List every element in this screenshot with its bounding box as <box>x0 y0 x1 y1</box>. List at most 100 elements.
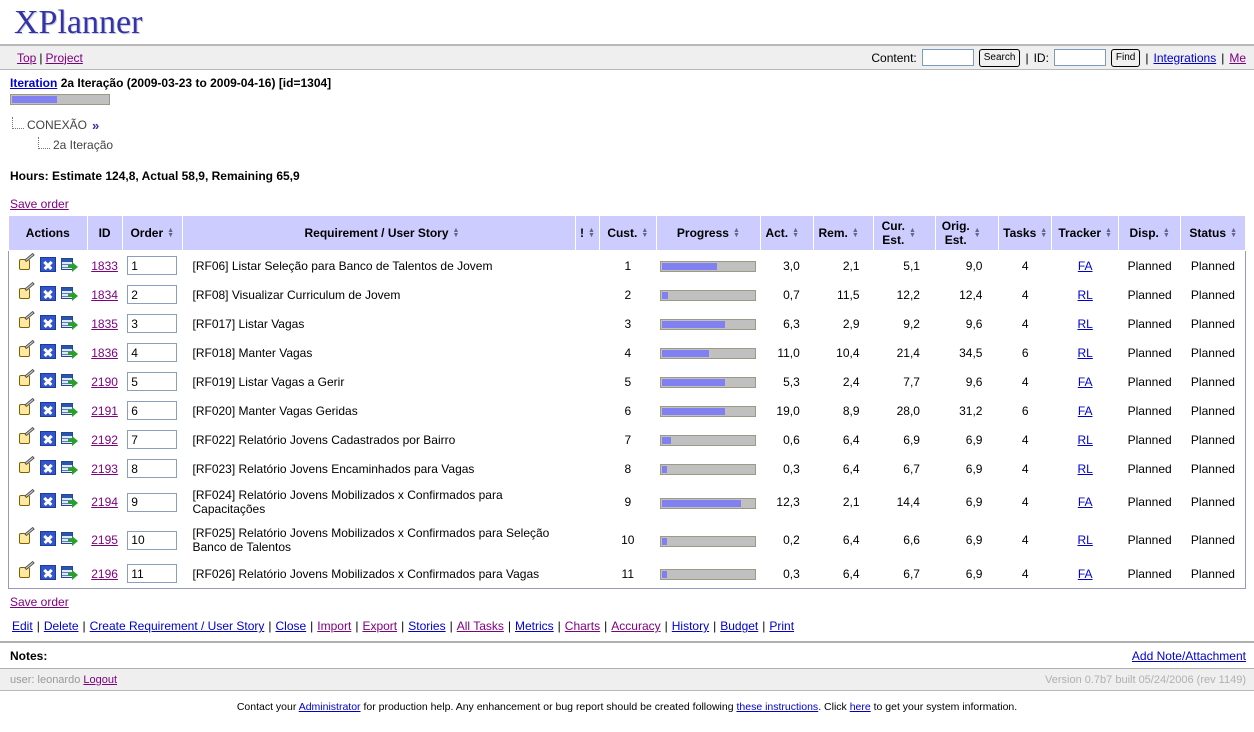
sort-toggle-icon[interactable]: ▲ ▼ <box>909 227 916 239</box>
tracker-link[interactable]: FA <box>1078 567 1093 581</box>
story-id-link[interactable]: 2190 <box>91 375 118 389</box>
tracker-link[interactable]: RL <box>1078 433 1093 447</box>
order-input[interactable] <box>127 314 178 334</box>
order-input[interactable] <box>127 343 178 363</box>
logout-link[interactable]: Logout <box>83 674 117 686</box>
edit-icon[interactable] <box>19 397 35 417</box>
column-header-status[interactable]: Status ▲ ▼ <box>1180 215 1246 252</box>
delete-icon[interactable] <box>40 531 57 547</box>
content-search-input[interactable] <box>921 49 974 66</box>
menu-link-metrics[interactable]: Metrics <box>515 619 554 633</box>
menu-link-export[interactable]: Export <box>362 619 397 633</box>
tracker-link[interactable]: RL <box>1078 533 1093 547</box>
add-note-attachment-link[interactable]: Add Note/Attachment <box>1132 649 1246 663</box>
order-input[interactable] <box>127 530 178 550</box>
administrator-link[interactable]: Administrator <box>299 701 361 713</box>
move-icon[interactable] <box>61 286 79 301</box>
column-header-rem[interactable]: Rem. ▲ ▼ <box>813 215 875 252</box>
tracker-link[interactable]: FA <box>1078 375 1093 389</box>
sort-toggle-icon[interactable]: ▲ ▼ <box>792 227 799 239</box>
move-icon[interactable] <box>61 315 79 330</box>
sort-toggle-icon[interactable]: ▲ ▼ <box>1230 227 1237 239</box>
story-id-link[interactable]: 2191 <box>91 404 118 418</box>
delete-icon[interactable] <box>40 564 57 580</box>
sort-toggle-icon[interactable]: ▲ ▼ <box>733 227 740 239</box>
tracker-link[interactable]: RL <box>1078 317 1093 331</box>
id-search-input[interactable] <box>1053 49 1106 66</box>
edit-icon[interactable] <box>19 368 35 388</box>
edit-icon[interactable] <box>19 310 35 330</box>
story-id-link[interactable]: 2194 <box>91 495 118 509</box>
tracker-link[interactable]: RL <box>1078 288 1093 302</box>
save-order-link-bottom[interactable]: Save order <box>10 595 69 609</box>
nav-link-integrations[interactable]: Integrations <box>1153 51 1216 65</box>
tracker-link[interactable]: FA <box>1078 259 1093 273</box>
save-order-link-top[interactable]: Save order <box>10 197 69 211</box>
menu-link-history[interactable]: History <box>672 619 709 633</box>
sort-toggle-icon[interactable]: ▲ ▼ <box>453 227 460 239</box>
tracker-link[interactable]: RL <box>1078 462 1093 476</box>
sort-toggle-icon[interactable]: ▲ ▼ <box>1105 227 1112 239</box>
column-header-order[interactable]: Order ▲ ▼ <box>121 215 184 252</box>
story-id-link[interactable]: 1834 <box>91 288 118 302</box>
delete-icon[interactable] <box>40 314 57 330</box>
sort-toggle-icon[interactable]: ▲ ▼ <box>852 227 859 239</box>
menu-link-stories[interactable]: Stories <box>408 619 445 633</box>
here-link[interactable]: here <box>850 701 871 713</box>
delete-icon[interactable] <box>40 401 57 417</box>
menu-link-create-requirement-user-story[interactable]: Create Requirement / User Story <box>90 619 265 633</box>
order-input[interactable] <box>127 401 178 421</box>
these-instructions-link[interactable]: these instructions <box>736 701 818 713</box>
move-icon[interactable] <box>61 373 79 388</box>
edit-icon[interactable] <box>19 426 35 446</box>
edit-icon[interactable] <box>19 339 35 359</box>
sort-toggle-icon[interactable]: ▲ ▼ <box>1040 227 1047 239</box>
delete-icon[interactable] <box>40 459 57 475</box>
column-header-disp[interactable]: Disp. ▲ ▼ <box>1117 215 1182 252</box>
menu-link-all-tasks[interactable]: All Tasks <box>457 619 504 633</box>
menu-link-import[interactable]: Import <box>317 619 351 633</box>
column-header-tracker[interactable]: Tracker ▲ ▼ <box>1051 215 1119 252</box>
menu-link-close[interactable]: Close <box>275 619 306 633</box>
sort-toggle-icon[interactable]: ▲ ▼ <box>1163 227 1170 239</box>
column-header-req[interactable]: Requirement / User Story ▲ ▼ <box>182 215 576 252</box>
delete-icon[interactable] <box>40 343 57 359</box>
sort-toggle-icon[interactable]: ▲ ▼ <box>641 227 648 239</box>
delete-icon[interactable] <box>40 493 57 509</box>
story-id-link[interactable]: 2195 <box>91 533 118 547</box>
iteration-link[interactable]: Iteration <box>10 76 57 90</box>
order-input[interactable] <box>127 459 178 479</box>
column-header-orig[interactable]: Orig. Est. ▲ ▼ <box>935 215 999 252</box>
move-icon[interactable] <box>61 493 79 509</box>
menu-link-print[interactable]: Print <box>769 619 794 633</box>
find-button[interactable]: Find <box>1110 48 1141 67</box>
menu-link-accuracy[interactable]: Accuracy <box>611 619 660 633</box>
tree-row-project[interactable]: CONEXÃO » <box>12 115 1254 135</box>
nav-link-project[interactable]: Project <box>45 51 82 65</box>
move-icon[interactable] <box>61 344 79 359</box>
move-icon[interactable] <box>61 257 79 272</box>
column-header-cust[interactable]: Cust. ▲ ▼ <box>599 215 657 252</box>
edit-icon[interactable] <box>19 560 35 580</box>
menu-link-delete[interactable]: Delete <box>44 619 79 633</box>
menu-link-edit[interactable]: Edit <box>12 619 33 633</box>
menu-link-charts[interactable]: Charts <box>565 619 600 633</box>
sort-toggle-icon[interactable]: ▲ ▼ <box>974 227 981 239</box>
edit-icon[interactable] <box>19 281 35 301</box>
delete-icon[interactable] <box>40 372 57 388</box>
tracker-link[interactable]: FA <box>1078 404 1093 418</box>
move-icon[interactable] <box>61 531 79 547</box>
sort-toggle-icon[interactable]: ▲ ▼ <box>167 227 174 239</box>
edit-icon[interactable] <box>19 455 35 475</box>
chevron-double-right-icon[interactable]: » <box>92 118 99 133</box>
tracker-link[interactable]: FA <box>1078 495 1093 509</box>
story-id-link[interactable]: 2193 <box>91 462 118 476</box>
order-input[interactable] <box>127 430 178 450</box>
nav-link-top[interactable]: Top <box>17 51 36 65</box>
search-button[interactable]: Search <box>978 48 1021 67</box>
tree-row-iteration[interactable]: 2a Iteração <box>12 135 1254 155</box>
edit-icon[interactable] <box>19 527 35 546</box>
story-id-link[interactable]: 1833 <box>91 259 118 273</box>
column-header-act[interactable]: Act. ▲ ▼ <box>760 215 815 252</box>
nav-link-me[interactable]: Me <box>1229 51 1246 65</box>
